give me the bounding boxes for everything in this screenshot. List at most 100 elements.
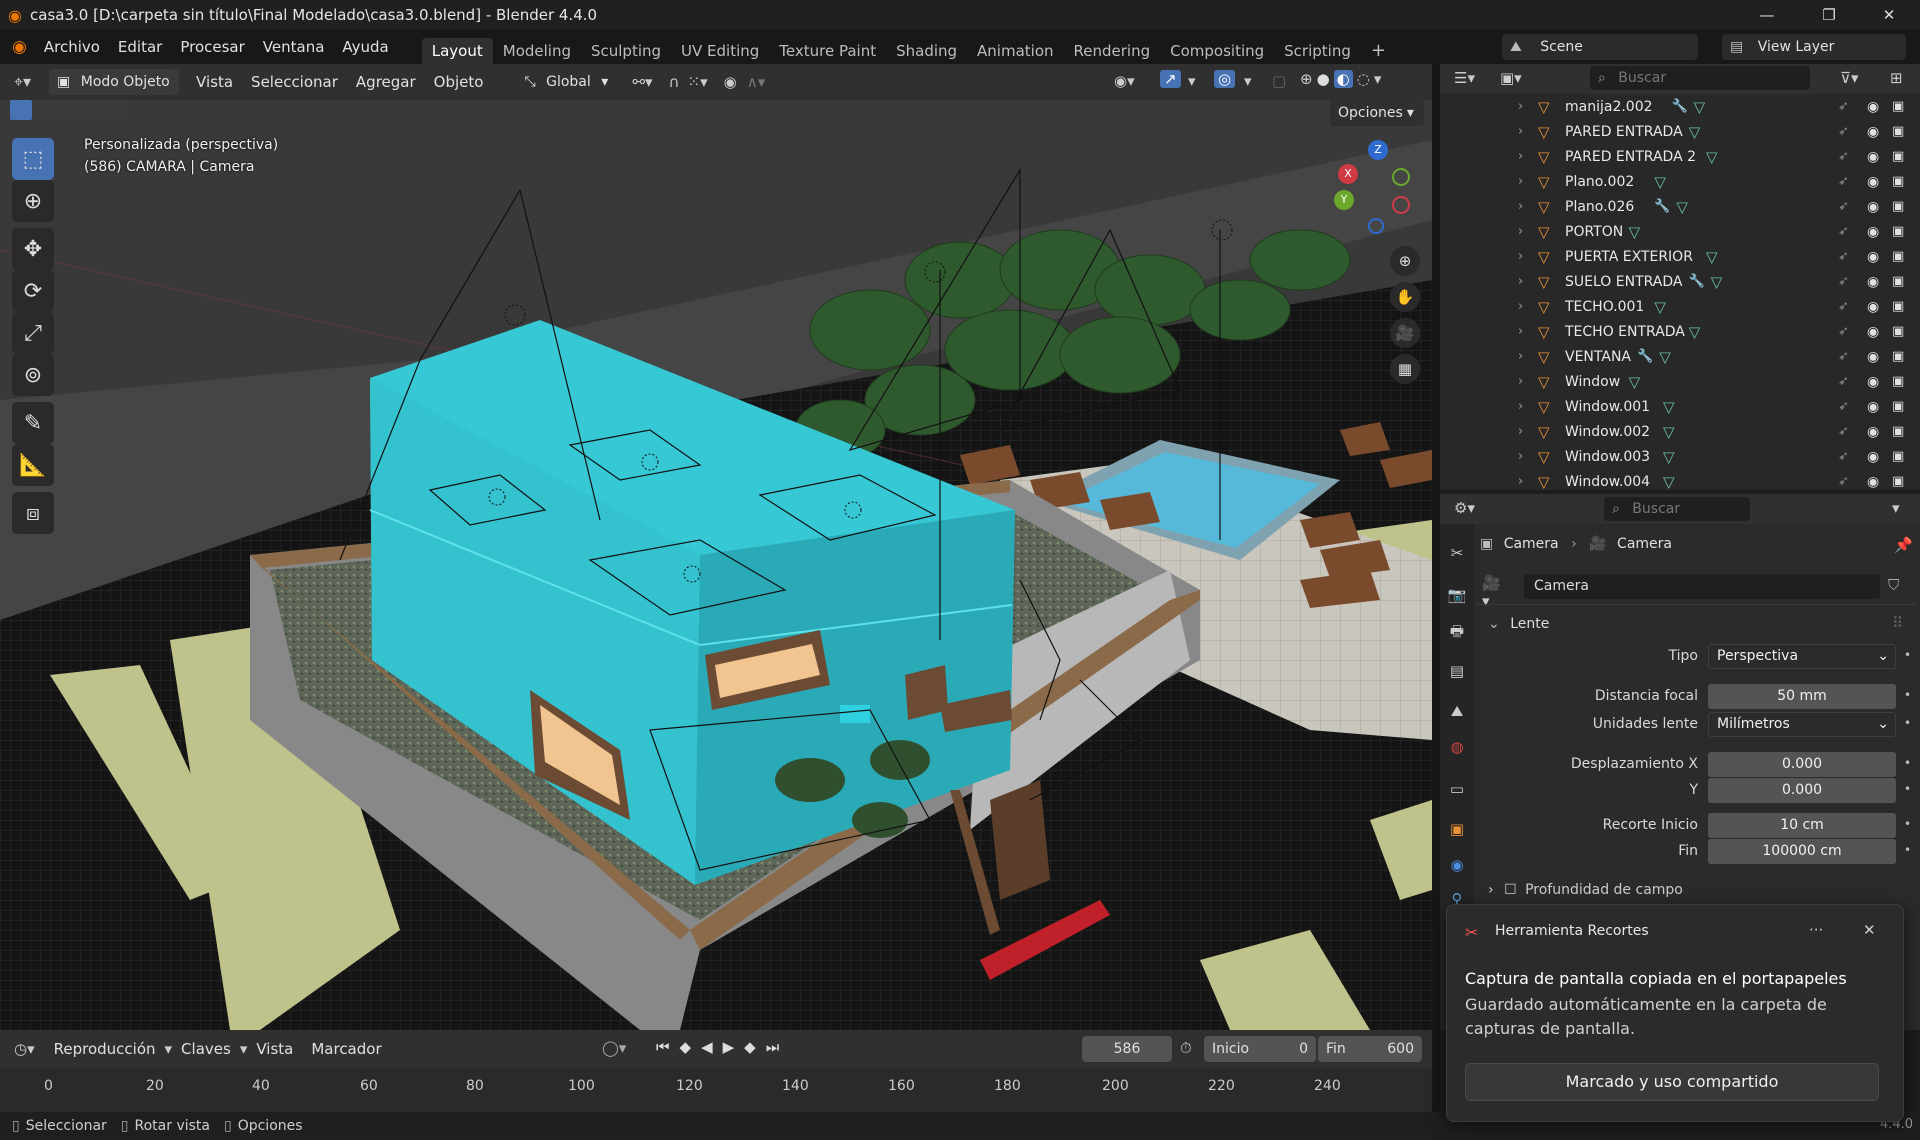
select-arrow-icon[interactable]: ➶ <box>1838 374 1849 389</box>
jump-start-icon[interactable]: ⏮ <box>656 1038 670 1056</box>
properties-search-input[interactable]: ⌕ Buscar <box>1604 497 1750 521</box>
select-arrow-icon[interactable]: ➶ <box>1838 249 1849 264</box>
vp-menu-agregar[interactable]: Agregar <box>347 64 425 100</box>
filter-icon[interactable]: ⊽▾ <box>1840 69 1859 87</box>
select-arrow-icon[interactable]: ➶ <box>1838 99 1849 114</box>
falloff-icon[interactable]: ∧▾ <box>747 73 766 91</box>
pin-icon[interactable]: 📌 <box>1894 536 1913 554</box>
next-keyframe-icon[interactable]: ◆ <box>744 1038 756 1056</box>
start-frame-field[interactable]: Inicio 0 <box>1204 1036 1316 1062</box>
outliner-row[interactable]: › ▽ Plano.026 🔧 ▽ ➶ ◉ ▣ <box>1440 194 1920 219</box>
eye-icon[interactable]: ◉ <box>1867 174 1879 190</box>
view-layer-tab-icon[interactable]: ▤ <box>1446 660 1468 682</box>
timeline-editor-icon[interactable]: ◷▾ <box>14 1040 35 1058</box>
rotate-tool-icon[interactable]: ⟳ <box>12 270 54 312</box>
tab-shading[interactable]: Shading <box>886 38 967 64</box>
tab-modeling[interactable]: Modeling <box>493 38 581 64</box>
mesh-data-icon[interactable]: ▽ <box>1629 223 1641 241</box>
select-arrow-icon[interactable]: ➶ <box>1838 274 1849 289</box>
wrench-icon[interactable]: 🔧 <box>1672 99 1688 114</box>
mesh-data-icon[interactable]: ▽ <box>1689 323 1701 341</box>
mesh-data-icon[interactable]: ▽ <box>1663 398 1675 416</box>
mesh-data-icon[interactable]: ▽ <box>1706 148 1718 166</box>
outliner-row[interactable]: › ▽ VENTANA 🔧 ▽ ➶ ◉ ▣ <box>1440 344 1920 369</box>
select-arrow-icon[interactable]: ➶ <box>1838 399 1849 414</box>
pivot-icon[interactable]: ⚯▾ <box>632 73 652 91</box>
render-camera-icon[interactable]: ▣ <box>1892 149 1904 164</box>
chevron-down-icon[interactable]: ▾ <box>1374 70 1382 88</box>
chevron-right-icon[interactable]: › <box>1518 399 1523 414</box>
wireframe-shading-icon[interactable]: ⊕ <box>1300 70 1313 88</box>
render-camera-icon[interactable]: ▣ <box>1892 124 1904 139</box>
mesh-data-icon[interactable]: ▽ <box>1663 473 1675 491</box>
select-arrow-icon[interactable]: ➶ <box>1838 424 1849 439</box>
3d-viewport[interactable]: Personalizada (perspectiva) (586) CAMARA… <box>0 100 1432 1030</box>
select-arrow-icon[interactable]: ➶ <box>1838 474 1849 489</box>
tab-rendering[interactable]: Rendering <box>1064 38 1161 64</box>
select-arrow-icon[interactable]: ➶ <box>1838 299 1849 314</box>
chevron-right-icon[interactable]: › <box>1518 324 1523 339</box>
mesh-data-icon[interactable]: ▽ <box>1711 273 1723 291</box>
auto-keying-icon[interactable]: ◯▾ <box>602 1039 626 1057</box>
select-arrow-icon[interactable]: ➶ <box>1838 124 1849 139</box>
outliner-search-input[interactable]: ⌕ Buscar <box>1590 66 1810 90</box>
mesh-data-icon[interactable]: ▽ <box>1706 248 1718 266</box>
timeline-ruler[interactable]: 0 20 40 60 80 100 120 140 160 180 200 22… <box>0 1068 1432 1112</box>
gizmo-toggle-icon[interactable]: ↗ <box>1160 70 1181 88</box>
render-camera-icon[interactable]: ▣ <box>1892 399 1904 414</box>
render-camera-icon[interactable]: ▣ <box>1892 474 1904 489</box>
mode-selector[interactable]: ▣ Modo Objeto ▾ <box>49 69 180 116</box>
menu-procesar[interactable]: Procesar <box>171 30 253 64</box>
clip-end-field[interactable]: 100000 cm <box>1708 839 1896 864</box>
jump-end-icon[interactable]: ⏭ <box>766 1038 780 1056</box>
measure-tool-icon[interactable]: 📐 <box>12 444 54 486</box>
mesh-data-icon[interactable]: ▽ <box>1689 123 1701 141</box>
chevron-right-icon[interactable]: › <box>1518 199 1523 214</box>
solid-shading-icon[interactable]: ● <box>1317 70 1330 88</box>
outliner-row[interactable]: › ▽ TECHO ENTRADA ▽ ➶ ◉ ▣ <box>1440 319 1920 344</box>
cursor-tool-icon[interactable]: ⊕ <box>12 180 54 222</box>
dof-checkbox[interactable]: ☐ <box>1504 882 1517 898</box>
render-camera-icon[interactable]: ▣ <box>1892 99 1904 114</box>
output-tab-icon[interactable]: 🖶 <box>1446 622 1468 644</box>
eye-icon[interactable]: ◉ <box>1867 449 1879 465</box>
wrench-icon[interactable]: 🔧 <box>1689 274 1705 289</box>
gizmo-y-axis[interactable]: Y <box>1334 190 1354 210</box>
snipping-tool-notification[interactable]: ✂ Herramienta Recortes ··· ✕ Captura de … <box>1446 904 1904 1122</box>
current-frame-field[interactable]: 586 <box>1082 1036 1172 1062</box>
chevron-right-icon[interactable]: › <box>1518 99 1523 114</box>
wrench-icon[interactable]: 🔧 <box>1637 349 1653 364</box>
select-arrow-icon[interactable]: ➶ <box>1838 174 1849 189</box>
fake-user-shield-icon[interactable]: ⛉ <box>1888 576 1899 594</box>
options-dropdown[interactable]: Opciones ▾ <box>1330 100 1424 126</box>
camera-type-dropdown[interactable]: Perspectiva ⌄ <box>1708 644 1896 669</box>
perspective-grid-icon[interactable]: ▦ <box>1390 354 1420 384</box>
camera-datablock-field[interactable]: Camera <box>1524 574 1880 599</box>
render-camera-icon[interactable]: ▣ <box>1892 374 1904 389</box>
render-camera-icon[interactable]: ▣ <box>1892 424 1904 439</box>
outliner-row[interactable]: › ▽ PORTON ▽ ➶ ◉ ▣ <box>1440 219 1920 244</box>
keyframe-dot-icon[interactable]: • <box>1904 782 1911 796</box>
scene-tab-icon[interactable]: ⛰ <box>1446 700 1468 722</box>
chevron-right-icon[interactable]: › <box>1518 299 1523 314</box>
outliner-row[interactable]: › ▽ Window.002 ▽ ➶ ◉ ▣ <box>1440 419 1920 444</box>
mesh-data-icon[interactable]: ▽ <box>1659 348 1671 366</box>
select-arrow-icon[interactable]: ➶ <box>1838 349 1849 364</box>
select-arrow-icon[interactable]: ➶ <box>1838 449 1849 464</box>
snap-icon[interactable]: ∩ <box>669 73 680 91</box>
chevron-right-icon[interactable]: › <box>1518 474 1523 489</box>
tl-menu-reproduccion[interactable]: Reproducción <box>45 1030 165 1068</box>
pan-hand-icon[interactable]: ✋ <box>1390 282 1420 312</box>
chevron-down-icon[interactable]: ▾ <box>1244 72 1252 90</box>
play-icon[interactable]: ▶ <box>723 1038 735 1056</box>
close-window-button[interactable]: ✕ <box>1866 0 1912 30</box>
eye-icon[interactable]: ◉ <box>1867 349 1879 365</box>
select-box-icon[interactable] <box>10 100 32 120</box>
mesh-data-icon[interactable]: ▽ <box>1629 373 1641 391</box>
outliner-row[interactable]: › ▽ Plano.002 ▽ ➶ ◉ ▣ <box>1440 169 1920 194</box>
render-camera-icon[interactable]: ▣ <box>1892 174 1904 189</box>
minimize-button[interactable]: — <box>1744 0 1790 30</box>
outliner-row[interactable]: › ▽ manija2.002 🔧 ▽ ➶ ◉ ▣ <box>1440 94 1920 119</box>
toast-share-button[interactable]: Marcado y uso compartido <box>1465 1063 1879 1101</box>
keyframe-dot-icon[interactable]: • <box>1904 648 1911 662</box>
